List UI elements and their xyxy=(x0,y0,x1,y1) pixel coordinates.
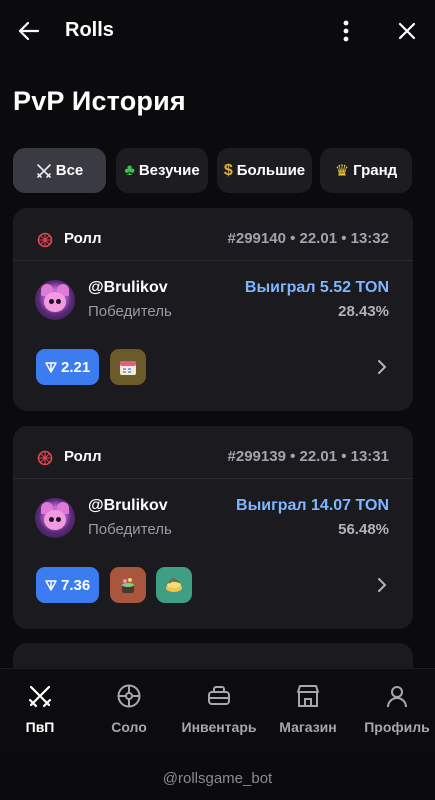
nav-inventory[interactable]: Инвентарь xyxy=(180,683,258,735)
profile-icon xyxy=(387,686,407,708)
close-icon[interactable] xyxy=(394,18,420,44)
chevron-right-icon[interactable] xyxy=(375,576,389,594)
roll-meta: #299140 • 22.01 • 13:32 xyxy=(227,230,389,247)
wheel-icon xyxy=(117,684,141,708)
roll-card[interactable]: Ролл #299140 • 22.01 • 13:32 @Brulikov П… xyxy=(13,208,413,411)
nav-store-label: Магазин xyxy=(279,719,337,735)
divider xyxy=(13,478,413,479)
nav-pvp-label: ПвП xyxy=(25,719,55,735)
filter-lucky-label: Везучие xyxy=(138,162,200,179)
more-options-icon[interactable] xyxy=(336,18,356,44)
crossed-swords-icon xyxy=(36,163,51,178)
nav-profile[interactable]: Профиль xyxy=(364,683,430,735)
bet-amount: 7.36 xyxy=(61,576,91,594)
filter-big-chip[interactable]: $ Большие xyxy=(217,148,312,193)
top-bar: Rolls xyxy=(0,0,435,62)
bot-handle: @rollsgame_bot xyxy=(162,770,273,787)
filter-big-label: Большие xyxy=(236,162,306,179)
win-amount: Выиграл 14.07 TON xyxy=(236,497,389,514)
nav-profile-label: Профиль xyxy=(364,719,430,735)
page-title: PvP История xyxy=(13,86,186,116)
avatar[interactable] xyxy=(35,498,75,538)
bet-badge: 2.21 xyxy=(36,349,100,385)
bet-badge: 7.36 xyxy=(36,567,100,603)
cake-gift-icon[interactable] xyxy=(156,567,192,603)
filter-grand-label: Гранд xyxy=(353,162,398,179)
divider xyxy=(13,260,413,261)
ton-icon xyxy=(45,580,57,591)
crossed-swords-icon xyxy=(28,685,52,708)
crown-icon: ♛ xyxy=(334,162,350,180)
roll-wheel-icon xyxy=(37,450,53,466)
win-amount: Выиграл 5.52 TON xyxy=(244,279,389,296)
roll-type: Ролл xyxy=(64,448,102,465)
potion-gift-icon[interactable] xyxy=(110,567,146,603)
roll-type: Ролл xyxy=(64,230,102,247)
nav-store[interactable]: Магазин xyxy=(278,683,338,735)
winner-role: Победитель xyxy=(88,303,172,320)
bottom-nav: ПвП Соло Инвентарь Магазин Профиль xyxy=(0,668,435,752)
roll-meta: #299139 • 22.01 • 13:31 xyxy=(227,448,389,465)
four-leaf-clover-icon: ♣ xyxy=(124,161,135,179)
filter-lucky-chip[interactable]: ♣ Везучие xyxy=(116,148,208,193)
winner-username[interactable]: @Brulikov xyxy=(88,279,168,297)
app-title: Rolls xyxy=(65,19,114,41)
roll-wheel-icon xyxy=(37,232,53,248)
win-chance: 28.43% xyxy=(338,303,389,320)
money-bag-icon: $ xyxy=(223,161,233,179)
nav-pvp[interactable]: ПвП xyxy=(22,683,58,735)
nav-inventory-label: Инвентарь xyxy=(181,719,257,735)
ton-icon xyxy=(45,362,57,373)
chevron-right-icon[interactable] xyxy=(375,358,389,376)
filter-all-label: Все xyxy=(55,162,84,179)
winner-role: Победитель xyxy=(88,521,172,538)
winner-username[interactable]: @Brulikov xyxy=(88,497,168,515)
inventory-icon xyxy=(208,686,230,705)
filter-all-chip[interactable]: Все xyxy=(13,148,106,193)
bet-amount: 2.21 xyxy=(61,358,91,376)
calendar-gift-icon[interactable] xyxy=(110,349,146,385)
nav-solo[interactable]: Соло xyxy=(108,683,150,735)
filter-bar: Все ♣ Везучие $ Большие ♛ Гранд xyxy=(13,148,435,193)
back-arrow-icon[interactable] xyxy=(16,18,42,44)
roll-card[interactable]: Ролл #299139 • 22.01 • 13:31 @Brulikov П… xyxy=(13,426,413,629)
win-chance: 56.48% xyxy=(338,521,389,538)
filter-grand-chip[interactable]: ♛ Гранд xyxy=(320,148,412,193)
store-icon xyxy=(297,685,319,707)
avatar[interactable] xyxy=(35,280,75,320)
nav-solo-label: Соло xyxy=(111,719,147,735)
